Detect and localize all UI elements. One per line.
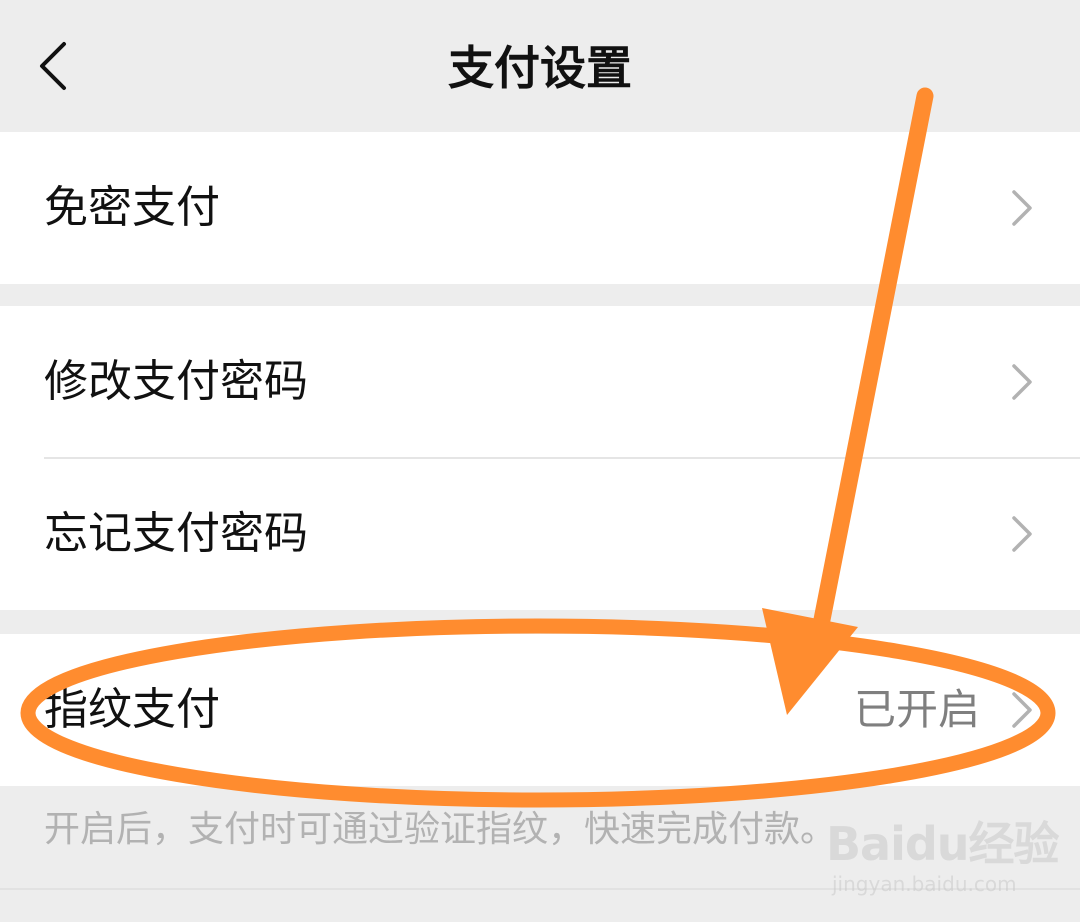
row-label: 修改支付密码 — [44, 356, 308, 407]
back-button[interactable] — [30, 34, 90, 98]
navigation-bar: 支付设置 — [0, 0, 1080, 132]
row-forgot-payment-password[interactable]: 忘记支付密码 — [0, 458, 1080, 610]
row-label: 免密支付 — [44, 182, 220, 233]
chevron-right-icon — [1012, 190, 1032, 226]
fingerprint-footnote: 开启后，支付时可通过验证指纹，快速完成付款。 — [44, 809, 837, 850]
chevron-right-icon — [1012, 364, 1032, 400]
status-value: 已开启 — [853, 685, 980, 734]
settings-group-3: 指纹支付 已开启 — [0, 634, 1080, 786]
watermark-url: jingyan.baidu.com — [832, 872, 1017, 896]
row-label: 忘记支付密码 — [44, 508, 308, 559]
chevron-right-icon — [1012, 692, 1032, 728]
row-label: 指纹支付 — [44, 684, 220, 735]
chevron-left-icon — [40, 42, 66, 90]
row-fingerprint-payment[interactable]: 指纹支付 已开启 — [0, 634, 1080, 786]
page-title: 支付设置 — [448, 41, 632, 95]
settings-group-1: 免密支付 — [0, 132, 1080, 284]
settings-group-2: 修改支付密码 忘记支付密码 — [0, 306, 1080, 610]
row-change-payment-password[interactable]: 修改支付密码 — [0, 306, 1080, 458]
chevron-right-icon — [1012, 516, 1032, 552]
watermark: Baidu经验 jingyan.baidu.com — [826, 808, 1060, 908]
row-password-free-payment[interactable]: 免密支付 — [0, 132, 1080, 284]
watermark-logo: Baidu经验 — [826, 817, 1060, 871]
